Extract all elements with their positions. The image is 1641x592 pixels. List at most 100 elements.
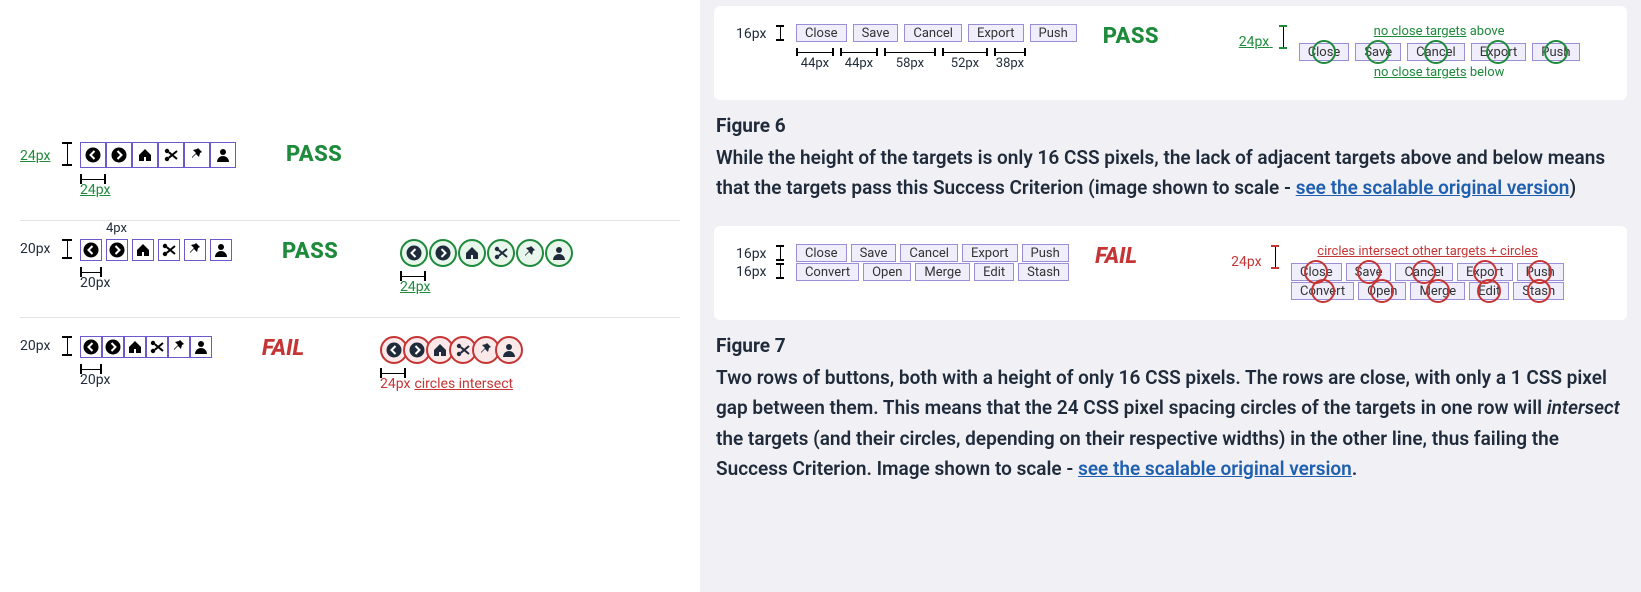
spacing-circle [458, 239, 486, 267]
spacing-circle [487, 239, 515, 267]
height-measure: 24px [1239, 24, 1287, 50]
button-row: Close Save Cancel Export Push [796, 24, 1077, 42]
verdict: PASS [282, 239, 392, 264]
user-icon[interactable] [190, 336, 212, 358]
h-bar-icon [400, 271, 426, 281]
width-label: 52px [951, 56, 979, 71]
spacing-circle [400, 239, 428, 267]
arrow-left-icon[interactable] [80, 239, 102, 261]
h-measure-label: 20px [80, 275, 110, 291]
edit-button[interactable]: Edit [974, 263, 1014, 281]
height-label: 16px [736, 264, 766, 280]
arrow-left-icon[interactable] [80, 142, 106, 168]
i-bar-icon [62, 336, 72, 356]
push-button[interactable]: Push [1022, 244, 1069, 262]
convert-button[interactable]: Convert [1291, 282, 1354, 300]
h-measure-label: 24px [400, 279, 430, 295]
spacing-circle [516, 239, 544, 267]
export-button[interactable]: Export [968, 24, 1024, 42]
figure-7-label: Figure 7 [716, 334, 1625, 357]
home-icon[interactable] [124, 336, 146, 358]
push-button[interactable]: Push [1517, 263, 1564, 281]
arrow-right-icon[interactable] [106, 142, 132, 168]
arrow-right-icon[interactable] [102, 336, 124, 358]
i-bar-icon [776, 245, 784, 261]
height-measure: 16px [736, 244, 784, 262]
v-measure-label: 24px [20, 148, 50, 164]
open-button[interactable]: Open [863, 263, 911, 281]
verdict: PASS [1103, 24, 1213, 49]
cancel-button[interactable]: Cancel [1395, 263, 1453, 281]
save-button[interactable]: Save [851, 244, 897, 262]
h-bar-icon [840, 48, 878, 56]
home-icon[interactable] [132, 239, 154, 261]
width-measures: 44px44px58px52px38px [796, 48, 1077, 71]
figure-7-link[interactable]: see the scalable original version [1078, 457, 1352, 480]
height-measure: 24px [1231, 244, 1279, 270]
export-button[interactable]: Export [1471, 43, 1527, 61]
right-column: 16px CloseSaveCancelExportPush 44px44px5… [700, 0, 1641, 592]
figure-6-description: While the height of the targets is only … [714, 141, 1627, 204]
example-row-2: 20px 4px 20px PASS [20, 220, 680, 317]
h-bar-icon [80, 267, 102, 277]
pin-icon[interactable] [168, 336, 190, 358]
figure-7-panel: 16px 16px CloseSaveCancelExportPush Conv… [714, 226, 1627, 320]
open-button[interactable]: Open [1358, 282, 1406, 300]
figure-6-link[interactable]: see the scalable original version [1296, 176, 1570, 199]
save-button[interactable]: Save [1355, 43, 1401, 61]
convert-button[interactable]: Convert [796, 263, 859, 281]
save-button[interactable]: Save [853, 24, 899, 42]
export-button[interactable]: Export [1457, 263, 1513, 281]
user-icon[interactable] [210, 239, 232, 261]
figure-6-label: Figure 6 [716, 114, 1625, 137]
scissors-icon[interactable] [158, 239, 180, 261]
height-label: 16px [736, 246, 766, 262]
arrow-left-icon[interactable] [80, 336, 102, 358]
close-button[interactable]: Close [1299, 43, 1350, 61]
save-button[interactable]: Save [1346, 263, 1392, 281]
merge-button[interactable]: Merge [915, 263, 970, 281]
edit-button[interactable]: Edit [1469, 282, 1509, 300]
cancel-button[interactable]: Cancel [904, 24, 962, 42]
width-label: 38px [996, 56, 1024, 71]
icon-row: 20px [80, 336, 212, 388]
icon-buttons [80, 239, 232, 261]
close-button[interactable]: Close [796, 244, 847, 262]
pin-icon[interactable] [184, 142, 210, 168]
arrow-right-icon[interactable] [106, 239, 128, 261]
i-bar-icon [62, 142, 72, 166]
cancel-button[interactable]: Cancel [1407, 43, 1465, 61]
h-bar-icon [884, 48, 936, 56]
note-above: no close targets above [1299, 24, 1580, 39]
left-buttons-cluster: 16px 16px CloseSaveCancelExportPush Conv… [736, 244, 1069, 281]
example-row-3: 20px 20px FAIL 24p [20, 317, 680, 414]
push-button[interactable]: Push [1532, 43, 1579, 61]
scissors-icon[interactable] [158, 142, 184, 168]
stash-button[interactable]: Stash [1513, 282, 1564, 300]
scissors-icon[interactable] [146, 336, 168, 358]
merge-button[interactable]: Merge [1410, 282, 1465, 300]
pin-icon[interactable] [184, 239, 206, 261]
cancel-button[interactable]: Cancel [900, 244, 958, 262]
push-button[interactable]: Push [1030, 24, 1077, 42]
user-icon[interactable] [210, 142, 236, 168]
circle-note-link: circles intersect [414, 376, 513, 392]
close-button[interactable]: Close [796, 24, 847, 42]
height-label: 24px [1239, 34, 1269, 50]
right-annotated-cluster: 24px no close targets above Close Save Can… [1239, 24, 1580, 80]
fail-label: FAIL [262, 336, 304, 361]
circle-overlay: 24px [400, 239, 574, 295]
verdict: FAIL [1095, 244, 1205, 269]
height-label: 24px [1231, 254, 1261, 270]
h-measure-label: 24px [80, 182, 110, 198]
close-button[interactable]: Close [1291, 263, 1342, 281]
home-icon[interactable] [132, 142, 158, 168]
stash-button[interactable]: Stash [1018, 263, 1069, 281]
i-bar-icon [1279, 25, 1287, 49]
button-row-1: CloseSaveCancelExportPush [1291, 263, 1564, 281]
icon-row: 4px 20px [80, 239, 232, 291]
i-bar-icon [1271, 245, 1279, 269]
circle-row [400, 239, 574, 267]
export-button[interactable]: Export [962, 244, 1018, 262]
h-bar-icon [380, 368, 406, 378]
